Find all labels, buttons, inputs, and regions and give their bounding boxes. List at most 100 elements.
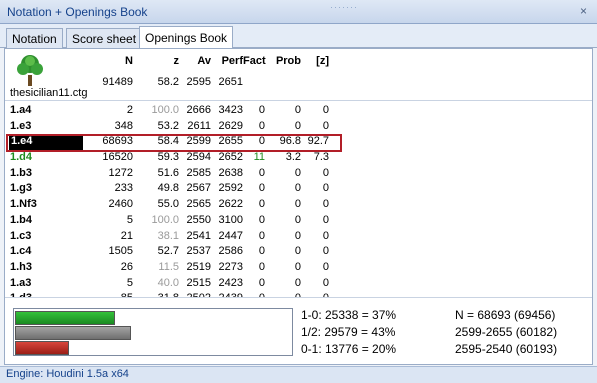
move-row[interactable]: 1.e4 68693 58.4 2599 2655 0 96.8 92.7	[5, 134, 592, 151]
result-bar-chart	[13, 308, 293, 356]
move-n: 26	[120, 260, 133, 273]
move-n: 16520	[102, 151, 133, 164]
move-z: 52.7	[157, 245, 179, 258]
database-z: 58.2	[157, 76, 179, 88]
move-row[interactable]: 1.a3 5 40.0 2515 2423 0 0 0	[5, 276, 592, 292]
move-n: 21	[120, 229, 133, 242]
close-icon[interactable]: ×	[580, 4, 587, 18]
black-wins-stat: 0-1: 13776 = 20%	[301, 342, 397, 356]
move-label: 1.c3	[10, 229, 32, 242]
move-z-bracket: 0	[322, 213, 329, 226]
move-av: 2515	[186, 276, 211, 289]
move-fact: 0	[258, 276, 265, 289]
move-label: 1.b3	[10, 166, 33, 179]
move-fact: 0	[258, 119, 265, 132]
move-n: 2	[126, 104, 133, 116]
move-list: 1.a4 2 100.0 2666 3423 0 0 0 1.e3 348 53.2 2611 2629…	[5, 103, 592, 307]
move-fact: 0	[258, 104, 265, 116]
drag-grip-icon[interactable]: ·······	[330, 2, 358, 12]
move-fact: 0	[258, 245, 265, 258]
move-prob: 3.2	[285, 151, 301, 164]
white-wins-stat: 1-0: 25338 = 37%	[301, 308, 397, 322]
move-z: 59.3	[157, 151, 179, 164]
move-z: 49.8	[157, 182, 179, 195]
database-n: 91489	[102, 76, 133, 88]
move-row[interactable]: 1.c3 21 38.1 2541 2447 0 0 0	[5, 229, 592, 245]
move-prob: 0	[294, 182, 301, 195]
tab-notation[interactable]: Notation	[6, 28, 63, 48]
move-prob: 0	[294, 119, 301, 132]
openings-book-panel: N z Av Perf Fact Prob [z] thesicilian11.…	[4, 48, 593, 365]
move-label: 1.h3	[10, 260, 33, 273]
move-z-bracket: 0	[322, 198, 329, 211]
database-row[interactable]: thesicilian11.ctg 91489 58.2 2595 2651	[5, 76, 592, 99]
move-fact: 0	[258, 182, 265, 195]
move-row[interactable]: 1.a4 2 100.0 2666 3423 0 0 0	[5, 103, 592, 119]
move-row[interactable]: 1.Nf3 2460 55.0 2565 2622 0 0 0	[5, 197, 592, 213]
move-z-bracket: 0	[322, 229, 329, 242]
move-prob: 0	[294, 166, 301, 179]
game-count-stat: N = 68693 (69456)	[455, 308, 556, 322]
move-z-bracket: 0	[322, 119, 329, 132]
move-av: 2594	[186, 151, 211, 164]
header-n[interactable]: N	[65, 55, 133, 67]
header-z[interactable]: z	[133, 55, 180, 67]
move-label: 1.a4	[10, 104, 32, 116]
move-row[interactable]: 1.b3 1272 51.6 2585 2638 0 0 0	[5, 166, 592, 182]
move-av: 2567	[186, 182, 211, 195]
move-label: 1.b4	[10, 213, 33, 226]
header-fact[interactable]: Fact	[243, 55, 266, 67]
move-prob: 0	[294, 198, 301, 211]
header-prob[interactable]: Prob	[265, 55, 301, 67]
move-prob: 0	[294, 229, 301, 242]
tab-strip: Notation Score sheet Openings Book	[0, 24, 597, 49]
window-title: Notation + Openings Book	[7, 5, 148, 19]
move-n: 5	[126, 276, 133, 289]
tab-openings-book[interactable]: Openings Book	[139, 26, 234, 49]
move-z: 55.0	[157, 198, 179, 211]
move-fact: 0	[258, 229, 265, 242]
move-z: 53.2	[157, 119, 179, 132]
loss-bar	[15, 341, 69, 355]
move-row[interactable]: 1.h3 26 11.5 2519 2273 0 0 0	[5, 260, 592, 276]
title-bar: Notation + Openings Book ······· ×	[0, 0, 597, 24]
move-prob: 0	[294, 260, 301, 273]
move-perf: 2638	[218, 166, 243, 179]
header-z-bracket[interactable]: [z]	[301, 55, 329, 67]
move-n: 1272	[108, 166, 133, 179]
move-row[interactable]: 1.e3 348 53.2 2611 2629 0 0 0	[5, 119, 592, 135]
move-row[interactable]: 1.g3 233 49.8 2567 2592 0 0 0	[5, 181, 592, 197]
move-z: 51.6	[157, 166, 179, 179]
move-label: 1.g3	[10, 182, 33, 195]
header-perf[interactable]: Perf	[211, 55, 243, 67]
move-z: 100.0	[151, 104, 179, 116]
move-fact: 0	[258, 135, 265, 148]
move-row[interactable]: 1.c4 1505 52.7 2537 2586 0 0 0	[5, 244, 592, 260]
move-z: 58.4	[157, 135, 179, 148]
database-av: 2595	[186, 76, 211, 88]
divider	[5, 100, 592, 101]
move-z: 100.0	[151, 213, 179, 226]
engine-status: Engine: Houdini 1.5a x64	[6, 368, 129, 380]
move-n: 1505	[108, 245, 133, 258]
move-prob: 0	[294, 276, 301, 289]
database-name: thesicilian11.ctg	[10, 87, 88, 99]
move-z-bracket: 7.3	[313, 151, 329, 164]
header-av[interactable]: Av	[179, 55, 211, 67]
move-av: 2537	[186, 245, 211, 258]
move-z: 38.1	[157, 229, 179, 242]
move-z: 11.5	[158, 260, 179, 273]
move-perf: 2273	[218, 260, 243, 273]
tab-score-sheet[interactable]: Score sheet	[66, 28, 143, 48]
move-av: 2541	[186, 229, 211, 242]
move-z-bracket: 92.7	[307, 135, 329, 148]
move-label: 1.d4	[10, 151, 33, 164]
move-av: 2565	[186, 198, 211, 211]
move-row[interactable]: 1.d4 16520 59.3 2594 2652 11 3.2 7.3	[5, 150, 592, 166]
move-perf: 2447	[218, 229, 243, 242]
move-n: 5	[126, 213, 133, 226]
statistics-panel: 1-0: 25338 = 37% N = 68693 (69456) 1/2: …	[5, 297, 592, 364]
move-row[interactable]: 1.b4 5 100.0 2550 3100 0 0 0	[5, 213, 592, 229]
move-fact: 0	[258, 260, 265, 273]
status-bar: Engine: Houdini 1.5a x64	[0, 366, 597, 383]
